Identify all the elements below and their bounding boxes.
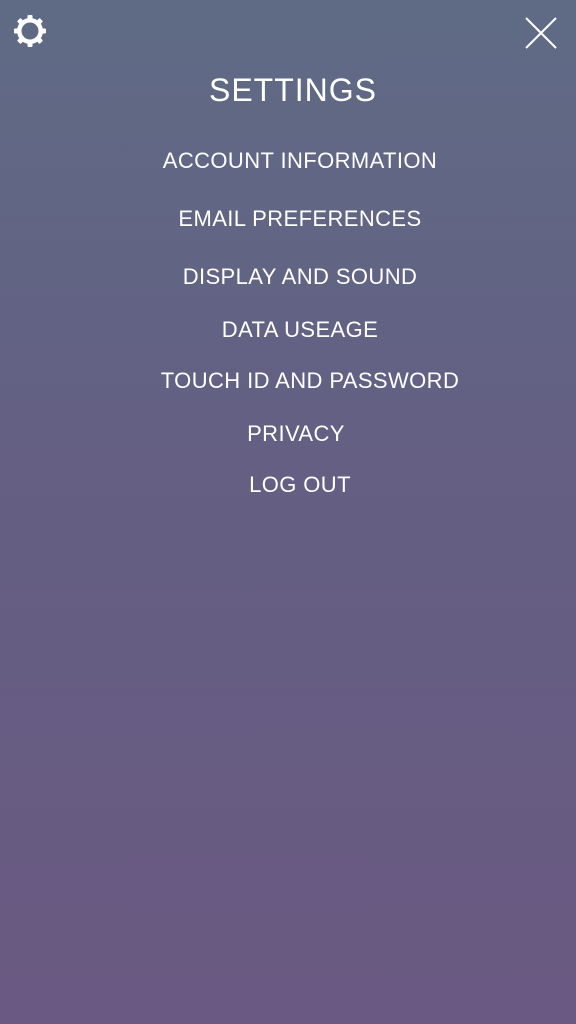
page-title: SETTINGS: [208, 72, 377, 108]
settings-screen: SETTINGS ACCOUNT INFORMATION EMAIL PREFE…: [0, 0, 576, 1024]
menu-item-email-preferences[interactable]: EMAIL PREFERENCES: [0, 206, 576, 232]
menu-item-data-usage[interactable]: DATA USEAGE: [0, 317, 576, 343]
menu-item-display-and-sound[interactable]: DISPLAY AND SOUND: [0, 264, 576, 290]
settings-menu: ACCOUNT INFORMATION EMAIL PREFERENCES DI…: [0, 0, 576, 1024]
gear-icon[interactable]: [12, 13, 48, 49]
menu-item-privacy[interactable]: PRIVACY: [0, 421, 576, 447]
menu-item-log-out[interactable]: LOG OUT: [0, 472, 576, 498]
menu-item-account-information[interactable]: ACCOUNT INFORMATION: [0, 148, 576, 174]
close-icon[interactable]: [522, 14, 560, 52]
menu-item-touch-id-and-password[interactable]: TOUCH ID AND PASSWORD: [0, 368, 576, 394]
